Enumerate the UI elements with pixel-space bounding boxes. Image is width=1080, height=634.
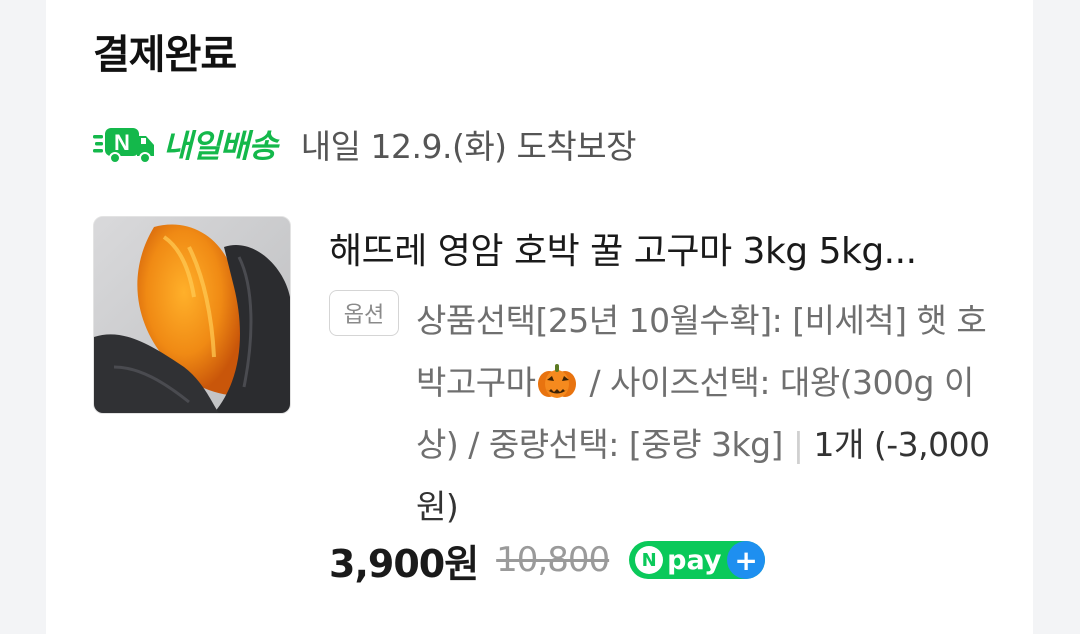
delivery-brand-label: 내일배송: [163, 127, 278, 165]
sale-price: 3,900원: [329, 541, 479, 586]
npay-n-icon: N: [635, 546, 664, 574]
delivery-date-text: 내일 12.9.(화) 도착보장: [300, 127, 637, 166]
plus-icon: +: [727, 541, 766, 579]
pumpkin-icon: [535, 358, 579, 398]
option-badge: 옵션: [329, 290, 399, 336]
product-name[interactable]: 해뜨레 영암 호박 꿀 고구마 3kg 5kg...: [329, 222, 989, 274]
n-delivery-truck-icon: N: [93, 124, 159, 164]
option-description: 상품선택[25년 10월수확]: [비세척] 햇 호박고구마 / 사이즈선택: …: [416, 290, 991, 538]
npay-plus-badge: N pay +: [629, 541, 766, 579]
order-status-title: 결제완료: [93, 32, 237, 78]
divider: |: [792, 425, 804, 464]
svg-text:N: N: [114, 130, 130, 155]
delivery-info: N 내일배송 내일 12.9.(화) 도착보장: [93, 120, 636, 168]
original-price: 10,800: [496, 540, 610, 580]
price-row: 3,900원 10,800 N pay +: [329, 532, 766, 588]
product-thumbnail[interactable]: [93, 216, 291, 414]
order-card: 결제완료 N 내일배송 내일 12.9.(화) 도착보장 해뜨레 영암 호박 꿀…: [46, 0, 1033, 634]
npay-label: pay: [667, 544, 722, 576]
